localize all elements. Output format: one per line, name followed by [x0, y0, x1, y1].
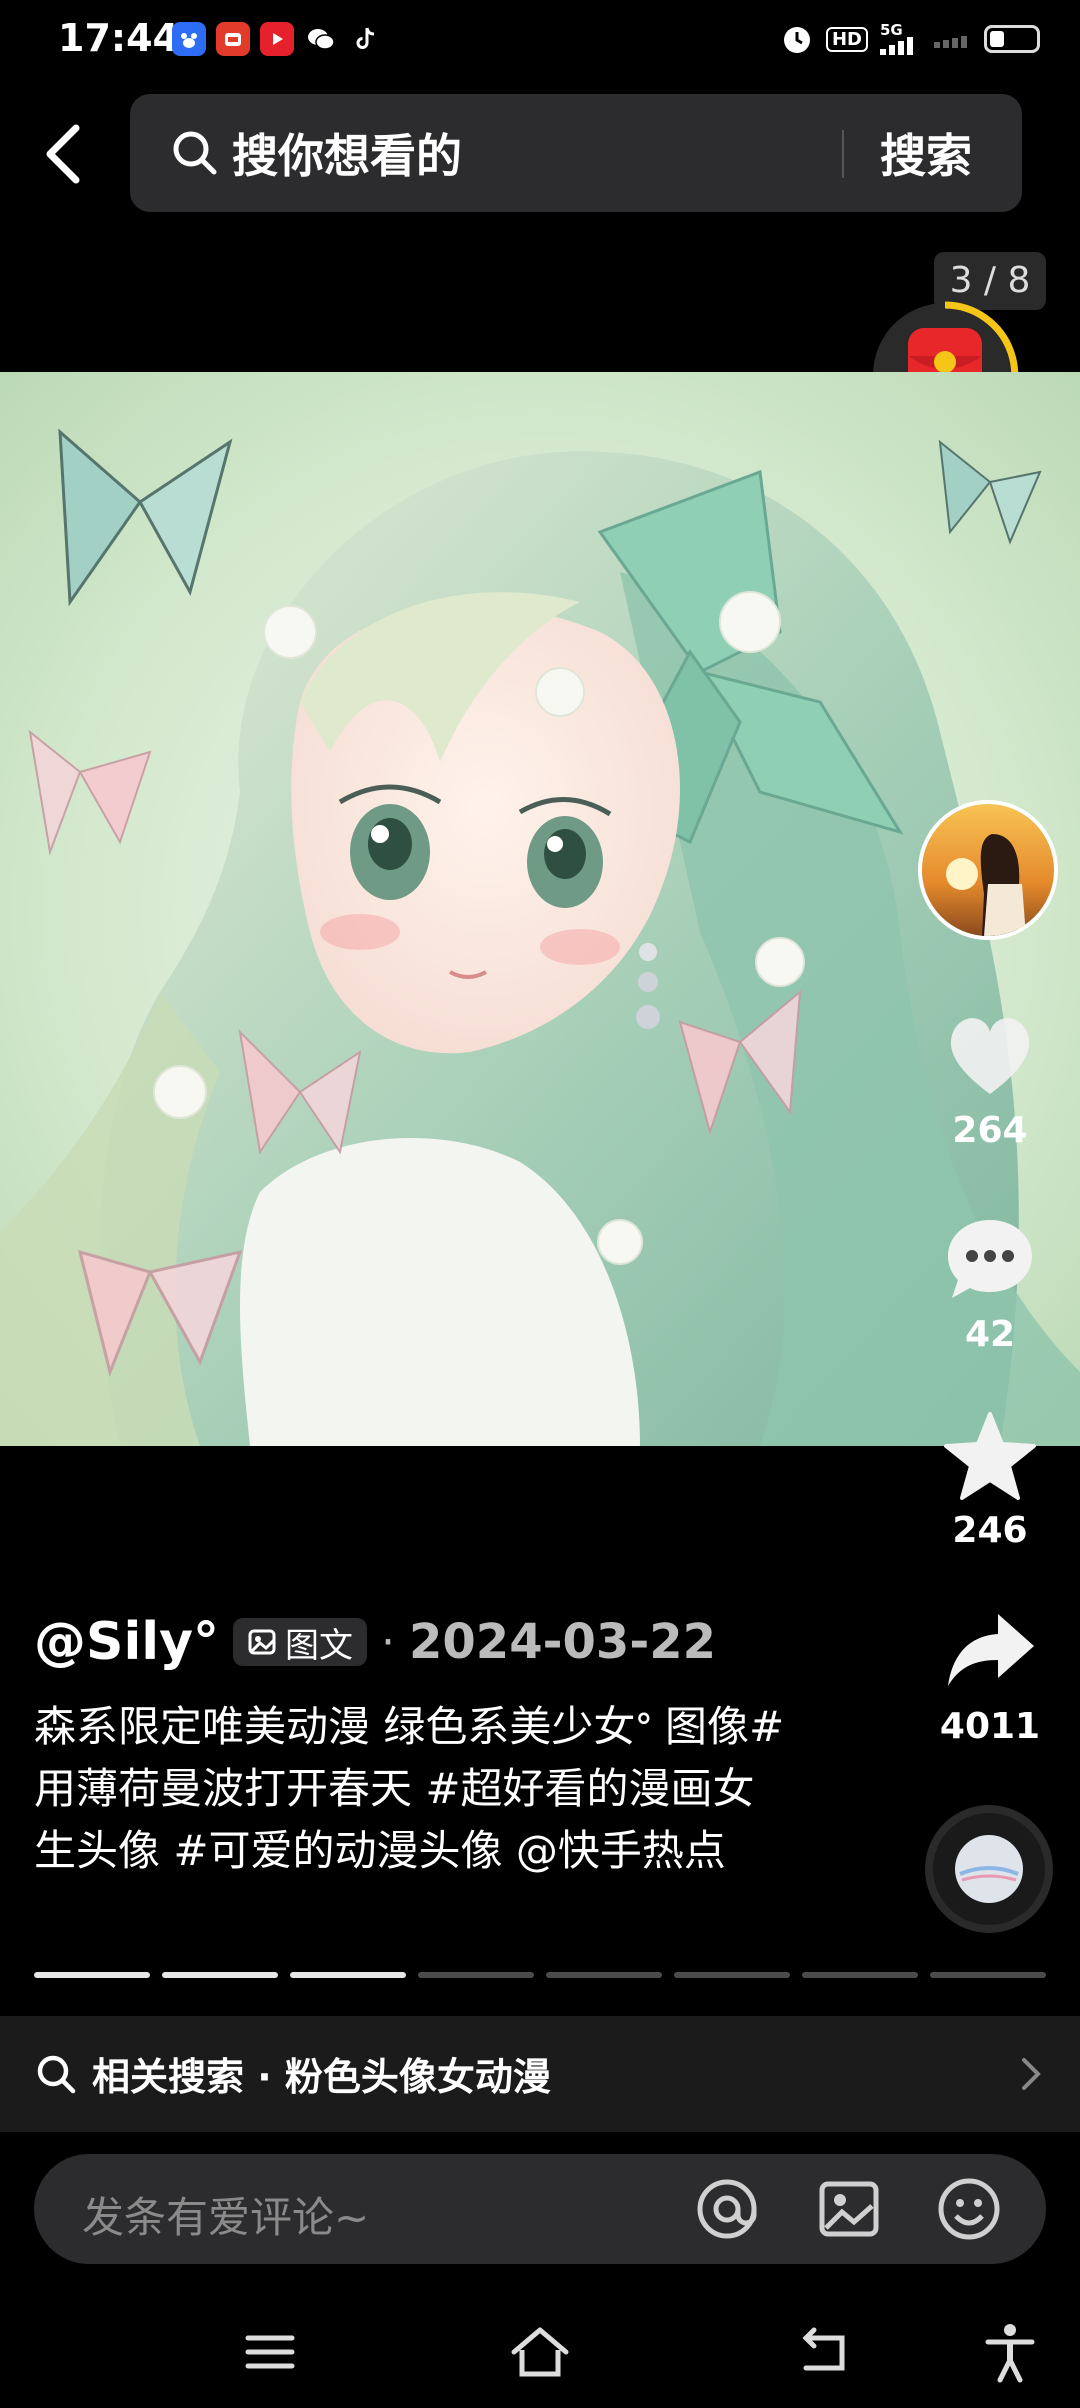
post-date: 2024-03-22	[409, 1614, 717, 1670]
baidu-app-icon	[172, 22, 206, 56]
post-image[interactable]	[0, 372, 1080, 1446]
video-app-icon	[260, 22, 294, 56]
menu-icon[interactable]	[238, 2320, 302, 2384]
search-icon	[34, 2052, 78, 2096]
music-disc-icon	[925, 1805, 1053, 1933]
search-button[interactable]: 搜索	[880, 120, 972, 186]
hd-voice-icon: HD	[825, 22, 868, 56]
comment-count: 42	[964, 1314, 1016, 1355]
share-button[interactable]: 4011	[920, 1606, 1060, 1747]
search-icon	[170, 128, 220, 178]
author-name[interactable]: @Sily°	[34, 1612, 219, 1672]
battery-icon	[984, 25, 1040, 53]
meta-separator: ·	[381, 1616, 395, 1668]
progress-segment	[34, 1972, 150, 1978]
mention-icon[interactable]	[694, 2176, 760, 2242]
progress-segment	[418, 1972, 534, 1978]
post-type-badge: 图文	[233, 1618, 367, 1666]
search-divider	[842, 130, 844, 178]
share-arrow-icon	[948, 1614, 1034, 1686]
progress-segment	[290, 1972, 406, 1978]
related-search-text: 相关搜索 · 粉色头像女动漫	[92, 2055, 551, 2099]
status-app-icons	[172, 22, 382, 56]
image-picker-icon[interactable]	[816, 2176, 882, 2242]
post-meta-row: @Sily° 图文 · 2024-03-22	[34, 1612, 716, 1672]
system-nav-bar	[0, 2300, 1080, 2408]
signal-5g-icon: 5G	[880, 22, 922, 56]
wechat-app-icon	[304, 22, 338, 56]
avatar-image	[922, 804, 1054, 936]
chevron-left-icon	[46, 124, 80, 184]
progress-segment	[674, 1972, 790, 1978]
favorite-count: 246	[952, 1510, 1028, 1551]
status-time: 17:44	[58, 16, 179, 60]
progress-segment	[162, 1972, 278, 1978]
back-button[interactable]	[38, 118, 92, 190]
signal-weak-icon	[934, 22, 972, 56]
progress-segment	[546, 1972, 662, 1978]
comment-input[interactable]: 发条有爱评论~	[82, 2184, 369, 2245]
chevron-right-icon	[1016, 2054, 1046, 2094]
emoji-icon[interactable]	[936, 2176, 1002, 2242]
screen: 17:44 HD 5G 搜你想看的 搜索 3 / 8 264 42 246 40…	[0, 0, 1080, 2408]
star-icon	[944, 1412, 1036, 1500]
comment-icon	[948, 1220, 1032, 1298]
search-bar[interactable]: 搜你想看的 搜索	[130, 94, 1022, 212]
heart-icon	[950, 1018, 1030, 1094]
comment-button[interactable]: 42	[920, 1214, 1060, 1355]
share-count: 4011	[939, 1706, 1041, 1747]
image-progress-bar	[34, 1972, 1046, 1978]
status-indicators: HD 5G	[780, 22, 1040, 56]
anime-girl-illustration	[0, 372, 1080, 1446]
related-search-bar[interactable]: 相关搜索 · 粉色头像女动漫	[0, 2016, 1080, 2132]
progress-segment	[802, 1972, 918, 1978]
post-caption[interactable]: 森系限定唯美动漫 绿色系美少女ᐤ 图像#用薄荷曼波打开春天 #超好看的漫画女生头…	[34, 1696, 794, 1882]
search-input[interactable]: 搜你想看的	[232, 120, 462, 186]
alarm-icon	[780, 22, 814, 56]
favorite-button[interactable]: 246	[920, 1410, 1060, 1551]
back-nav-icon[interactable]	[792, 2320, 856, 2384]
progress-segment	[930, 1972, 1046, 1978]
home-icon[interactable]	[508, 2320, 572, 2384]
like-count: 264	[952, 1110, 1028, 1151]
status-bar: 17:44 HD 5G	[0, 0, 1080, 80]
like-button[interactable]: 264	[920, 1010, 1060, 1151]
tiktok-app-icon	[348, 22, 382, 56]
comment-input-bar[interactable]: 发条有爱评论~	[34, 2154, 1046, 2264]
music-disc-button[interactable]	[924, 1804, 1054, 1934]
image-icon	[248, 1629, 276, 1655]
author-avatar[interactable]	[918, 800, 1058, 940]
pinduoduo-app-icon	[216, 22, 250, 56]
accessibility-icon[interactable]	[978, 2320, 1042, 2384]
